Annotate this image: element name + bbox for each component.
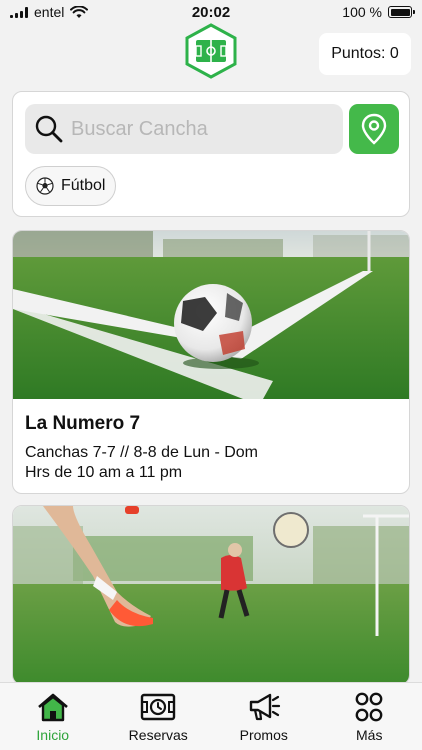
search-icon [35,115,63,143]
venue-hours: Hrs de 10 am a 11 pm [25,464,183,481]
sport-filter-chip[interactable]: Fútbol [25,166,117,206]
carrier-label: entel [34,4,65,20]
signal-icon [10,6,28,18]
wifi-icon [70,5,89,18]
tab-label: Reservas [128,727,188,743]
more-circles-icon [355,692,383,722]
soccer-ball-icon [36,177,54,195]
points-badge[interactable]: Puntos: 0 [319,33,411,75]
venue-details: Canchas 7-7 // 8-8 de Lun - Dom [25,444,259,461]
tab-reservas[interactable]: Reservas [106,683,212,750]
battery-icon [388,6,415,18]
megaphone-icon [249,693,280,721]
sport-filter-label: Fútbol [61,177,106,194]
points-label: Puntos: 0 [331,45,399,62]
tab-label: Más [356,727,383,743]
home-icon [37,693,68,722]
venue-card[interactable] [12,505,410,685]
tab-mas[interactable]: Más [317,683,422,750]
app-logo-icon [185,23,237,79]
field-clock-icon [141,693,176,721]
battery-percent: 100 % [342,4,382,20]
tab-label: Inicio [36,727,70,743]
search-input[interactable] [71,117,331,141]
tab-inicio[interactable]: Inicio [0,683,106,750]
venue-name: La Numero 7 [25,413,141,434]
tab-bar: Inicio Reservas Promos Más [0,682,422,750]
status-right: 100 % [342,4,415,20]
location-button[interactable] [349,104,399,154]
venue-info: La Numero 7 Canchas 7-7 // 8-8 de Lun - … [13,399,409,493]
search-card: Fútbol [12,91,410,217]
venue-card[interactable]: La Numero 7 Canchas 7-7 // 8-8 de Lun - … [12,230,410,494]
venue-photo [13,231,409,399]
tab-promos[interactable]: Promos [211,683,317,750]
status-bar: entel 20:02 100 % [0,0,422,24]
search-field[interactable] [25,104,343,154]
status-left: entel [10,4,89,20]
venue-photo [13,506,409,684]
location-pin-icon [361,113,387,145]
tab-label: Promos [239,727,288,743]
